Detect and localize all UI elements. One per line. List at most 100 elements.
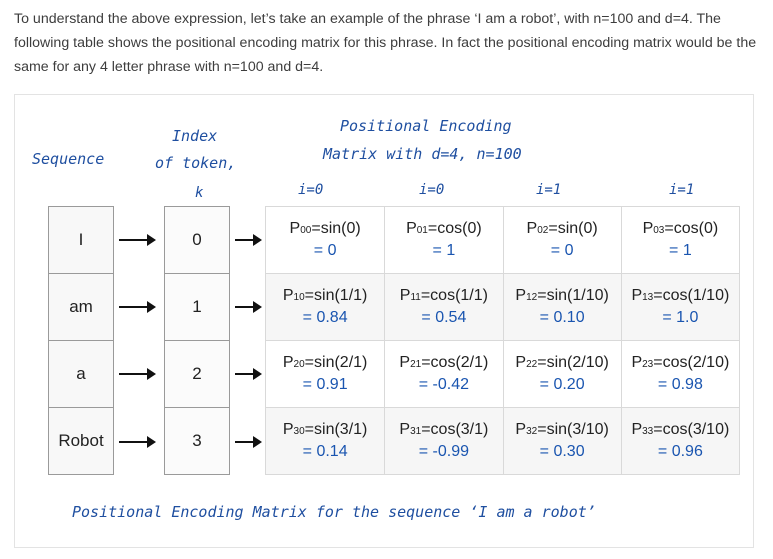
arrow-icon: [235, 301, 262, 313]
arrow-icon: [235, 234, 262, 246]
cell-value: = 1: [669, 242, 692, 259]
formula-subscript: 12: [526, 292, 538, 303]
cell-value: = 1.0: [662, 309, 699, 326]
column-i-label: i=0: [298, 182, 324, 198]
column-i-label: i=1: [669, 182, 695, 198]
column-i-label: i=0: [419, 182, 445, 198]
cell-formula: P21=cos(2/1): [399, 353, 488, 375]
formula-expression: =sin(3/10): [537, 421, 609, 438]
formula-expression: =cos(0): [664, 220, 719, 237]
formula-symbol: P: [289, 220, 301, 237]
index-header-line2: of token,: [155, 154, 237, 172]
formula-expression: =cos(1/1): [420, 287, 488, 304]
formula-symbol: P: [282, 421, 294, 438]
matrix-cell: P32=sin(3/10) = 0.30: [502, 408, 621, 474]
formula-expression: =cos(2/10): [653, 354, 730, 371]
cell-formula: P32=sin(3/10): [515, 420, 608, 442]
formula-symbol: P: [399, 354, 411, 371]
sequence-header: Sequence: [32, 150, 105, 168]
formula-subscript: 01: [416, 225, 428, 236]
token-index: 1: [165, 274, 229, 341]
cell-value: = 0.96: [657, 443, 703, 460]
cell-formula: P00=sin(0): [290, 219, 361, 241]
intro-paragraph: To understand the above expression, let’…: [14, 11, 757, 75]
pe-header-line1: Positional Encoding: [340, 117, 512, 135]
cell-formula: P11=cos(1/1): [400, 286, 488, 308]
arrow-icon: [235, 368, 262, 380]
formula-symbol: P: [282, 287, 294, 304]
cell-formula: P13=cos(1/10): [631, 286, 729, 308]
index-column: 0 1 2 3: [164, 206, 230, 475]
formula-symbol: P: [399, 421, 411, 438]
formula-symbol: P: [631, 421, 643, 438]
sequence-column: I am a Robot: [48, 206, 114, 475]
formula-subscript: 21: [410, 359, 422, 370]
formula-subscript: 20: [293, 359, 305, 370]
formula-subscript: 32: [526, 426, 538, 437]
formula-subscript: 31: [410, 426, 422, 437]
formula-symbol: P: [515, 287, 527, 304]
matrix-cell: P02=sin(0) = 0: [502, 207, 621, 273]
cell-formula: P23=cos(2/10): [631, 353, 729, 375]
formula-expression: =sin(0): [311, 220, 361, 237]
formula-subscript: 02: [537, 225, 549, 236]
arrow-icon: [119, 368, 156, 380]
formula-expression: =cos(1/10): [653, 287, 730, 304]
formula-symbol: P: [631, 287, 643, 304]
formula-subscript: 00: [300, 225, 312, 236]
formula-expression: =sin(3/1): [304, 421, 368, 438]
cell-formula: P33=cos(3/10): [631, 420, 729, 442]
cell-value: = 1: [432, 242, 456, 259]
token-index: 2: [165, 341, 229, 408]
cell-value: = 0.14: [302, 443, 348, 460]
formula-symbol: P: [399, 287, 411, 304]
matrix-cell: P13=cos(1/10) = 1.0: [620, 274, 739, 340]
cell-formula: P31=cos(3/1): [399, 420, 488, 442]
arrow-icon: [119, 234, 156, 246]
formula-symbol: P: [406, 220, 417, 237]
formula-symbol: P: [642, 220, 654, 237]
cell-formula: P20=sin(2/1): [283, 353, 368, 375]
formula-expression: =sin(1/1): [304, 287, 368, 304]
cell-formula: P10=sin(1/1): [283, 286, 368, 308]
token-index: 0: [165, 207, 229, 274]
matrix-row: P00=sin(0) = 0 P01=cos(0) = 1 P02=sin(0) = 0P…: [266, 207, 739, 274]
formula-expression: =cos(3/1): [421, 421, 489, 438]
arrow-icon: [119, 301, 156, 313]
cell-formula: P02=sin(0): [527, 219, 598, 241]
cell-formula: P30=sin(3/1): [283, 420, 368, 442]
matrix-cell: P03=cos(0) = 1: [620, 207, 739, 273]
cell-value: = 0.10: [539, 309, 585, 326]
matrix-row: P30=sin(3/1) = 0.14 P31=cos(3/1) = -0.99 P32…: [266, 408, 739, 475]
cell-formula: P01=cos(0): [406, 219, 482, 241]
formula-expression: =sin(0): [548, 220, 598, 237]
matrix-cell: P12=sin(1/10) = 0.10: [502, 274, 621, 340]
sequence-token: a: [49, 341, 113, 408]
figure-caption: Positional Encoding Matrix for the seque…: [72, 503, 596, 521]
column-i-label: i=1: [536, 182, 562, 198]
matrix-cell: P31=cos(3/1) = -0.99: [384, 408, 502, 474]
formula-subscript: 22: [526, 359, 538, 370]
cell-value: = 0.91: [302, 376, 348, 393]
matrix-row: P10=sin(1/1) = 0.84 P11=cos(1/1) = 0.54 P12=…: [266, 274, 739, 341]
matrix-cell: P22=sin(2/10) = 0.20: [502, 341, 621, 407]
cell-value: = 0.30: [539, 443, 585, 460]
formula-subscript: 13: [642, 292, 654, 303]
positional-encoding-figure: Sequence Index of token, k Positional En…: [14, 94, 754, 548]
token-index: 3: [165, 408, 229, 475]
cell-value: = 0.20: [539, 376, 585, 393]
matrix-cell: P10=sin(1/1) = 0.84: [266, 274, 384, 340]
formula-expression: =cos(2/1): [421, 354, 489, 371]
formula-symbol: P: [515, 354, 527, 371]
formula-symbol: P: [515, 421, 527, 438]
sequence-token: am: [49, 274, 113, 341]
cell-formula: P12=sin(1/10): [515, 286, 608, 308]
cell-formula: P03=cos(0): [643, 219, 719, 241]
sequence-token: Robot: [49, 408, 113, 475]
index-header-line1: Index: [172, 127, 218, 145]
cell-value: = 0.84: [302, 309, 348, 326]
formula-subscript: 11: [410, 292, 421, 303]
matrix-cell: P30=sin(3/1) = 0.14: [266, 408, 384, 474]
cell-formula: P22=sin(2/10): [515, 353, 608, 375]
pe-header-line2: Matrix with d=4, n=100: [323, 145, 522, 163]
